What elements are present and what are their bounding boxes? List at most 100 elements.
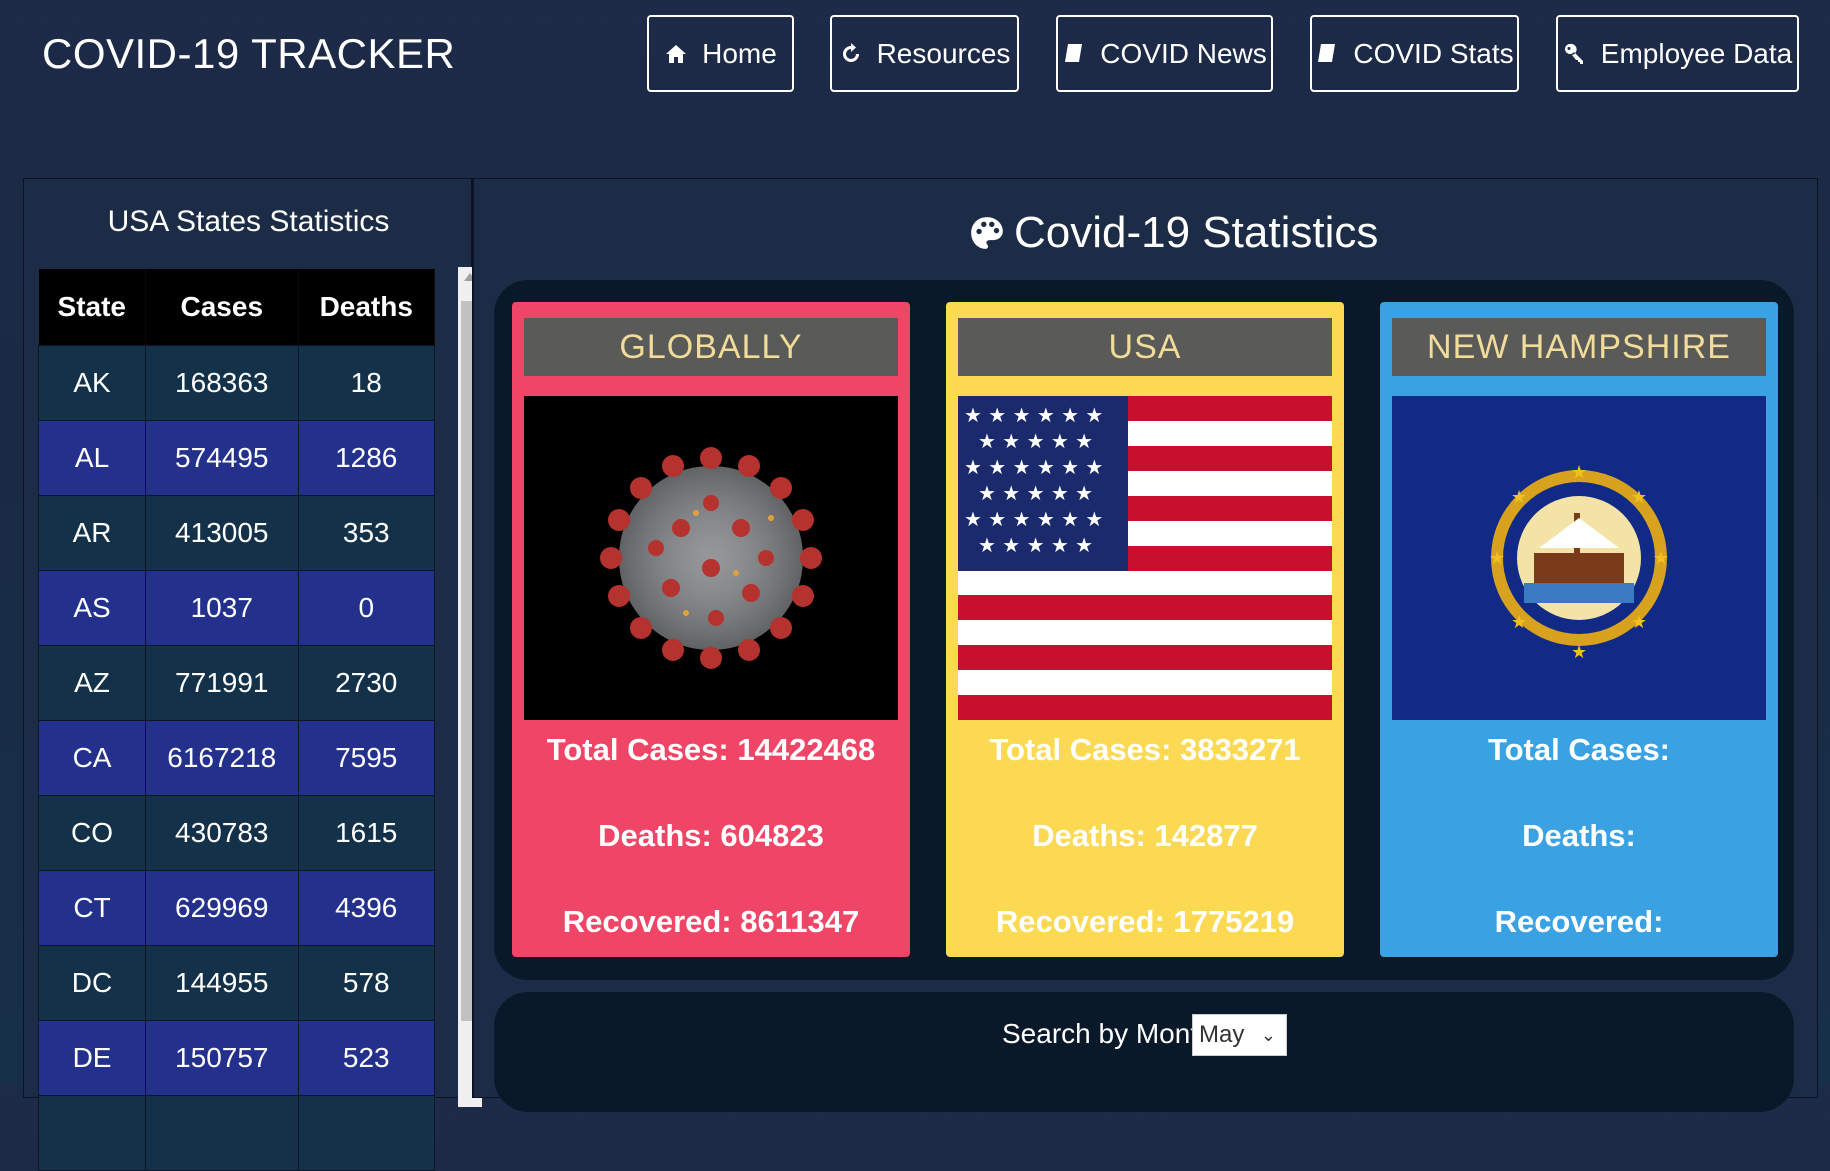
state-cell: DE (37, 1020, 147, 1096)
deaths-cell: 18 (297, 345, 435, 421)
cases-cell: 6167218 (145, 720, 299, 796)
cases-cell: 771991 (145, 645, 299, 721)
month-select[interactable]: May ⌄ (1192, 1014, 1287, 1056)
cases-cell: 144955 (145, 945, 299, 1021)
card-header: NEW HAMPSHIRE (1392, 318, 1766, 376)
col-cases: Cases (145, 269, 299, 346)
deaths-cell: 523 (297, 1020, 435, 1096)
deaths: Deaths: 604823 (598, 818, 824, 853)
cases-cell: 1037 (145, 570, 299, 646)
nav-home-label: Home (702, 37, 777, 69)
key-icon (1564, 43, 1583, 64)
states-panel-title: USA States Statistics (107, 205, 390, 238)
book-icon (1318, 43, 1336, 62)
cases-cell: 430783 (145, 795, 299, 871)
state-cell: AS (37, 570, 147, 646)
table-header-row: State Cases Deaths (38, 269, 435, 346)
month-search-container (494, 992, 1794, 1112)
state-cell: AK (37, 345, 147, 421)
svg-text:★: ★ (1571, 462, 1587, 483)
cases-cell: 168363 (145, 345, 299, 421)
search-by-month-label: Search by Month (1002, 1018, 1214, 1049)
state-cell: CO (37, 795, 147, 871)
deaths-cell: 1286 (297, 420, 435, 496)
cases-cell: 629969 (145, 870, 299, 946)
state-cell: DC (37, 945, 147, 1021)
deaths-cell: 353 (297, 495, 435, 571)
table-row: DC 144955 578 (37, 945, 435, 1021)
states-panel: USA States Statistics State Cases Deaths… (23, 178, 482, 1171)
table-row: AR 413005 353 (37, 495, 435, 571)
cases-cell: 150757 (145, 1020, 299, 1096)
site-brand: COVID-19 TRACKER (42, 30, 456, 77)
nav-covid-stats-label: COVID Stats (1353, 37, 1514, 69)
states-table: State Cases Deaths AK 168363 18 AL 574495 12… (37, 269, 435, 1171)
svg-text:★: ★ (1653, 548, 1669, 569)
deaths: Deaths: (1522, 818, 1636, 853)
svg-text:★: ★ (1511, 487, 1527, 508)
col-deaths: Deaths (298, 269, 435, 346)
col-state: State (38, 269, 147, 346)
total-cases: Total Cases: 3833271 (989, 732, 1301, 767)
chevron-down-icon: ⌄ (1260, 1025, 1276, 1045)
palette-icon (971, 217, 1003, 249)
deaths-cell: 2730 (297, 645, 435, 721)
book-icon (1065, 43, 1083, 62)
state-cell: AL (37, 420, 147, 496)
total-cases: Total Cases: 14422468 (546, 732, 876, 767)
deaths-cell: 1615 (297, 795, 435, 871)
deaths: Deaths: 142877 (1032, 818, 1258, 853)
svg-text:★: ★ (1571, 642, 1587, 663)
cases-cell: 413005 (145, 495, 299, 571)
table-row: AL 574495 1286 (37, 420, 435, 496)
table-row (37, 1095, 435, 1171)
svg-text:★ ★ ★ ★ ★: ★ ★ ★ ★ ★ (978, 429, 1093, 453)
nav-resources-label: Resources (876, 37, 1011, 69)
svg-text:★ ★ ★ ★ ★ ★: ★ ★ ★ ★ ★ ★ (964, 455, 1103, 479)
svg-text:★ ★ ★ ★ ★: ★ ★ ★ ★ ★ (978, 481, 1093, 505)
us-flag-image: ★ ★ ★ ★ ★ ★ ★ ★ ★ ★ ★ ★ ★ ★ ★ ★ ★ ★ ★ ★ ★ … (958, 396, 1332, 720)
page-title: Covid-19 Statistics (968, 208, 1378, 258)
virus-image (524, 396, 898, 720)
nav-covid-news-label: COVID News (1100, 37, 1267, 69)
recovered: Recovered: 1775219 (995, 904, 1295, 939)
svg-text:★ ★ ★ ★ ★ ★: ★ ★ ★ ★ ★ ★ (964, 403, 1103, 427)
nav-covid-stats-button[interactable]: COVID Stats (1310, 15, 1519, 92)
nav-resources-button[interactable]: Resources (830, 15, 1019, 92)
state-cell: CA (37, 720, 147, 796)
cases-cell: 574495 (145, 420, 299, 496)
month-select-value: May (1199, 1021, 1245, 1048)
recovered: Recovered: 8611347 (562, 904, 860, 939)
home-icon (666, 44, 687, 63)
svg-text:★: ★ (1631, 612, 1647, 633)
table-row: CA 6167218 7595 (37, 720, 435, 796)
card-header: USA (958, 318, 1332, 376)
recovered: Recovered: (1494, 904, 1664, 939)
svg-text:★: ★ (1511, 612, 1527, 633)
nav-home-button[interactable]: Home (647, 15, 794, 92)
deaths-cell: 0 (297, 570, 435, 646)
deaths-cell: 578 (297, 945, 435, 1021)
svg-text:★ ★ ★ ★ ★ ★: ★ ★ ★ ★ ★ ★ (964, 507, 1103, 531)
card-new-hampshire: NEW HAMPSHIRE ★ ★ ★ ★ ★ ★ ★ ★ Total Cases: De… (1380, 302, 1778, 957)
nav-employee-data-button[interactable]: Employee Data (1556, 15, 1799, 92)
state-cell: AZ (37, 645, 147, 721)
card-usa: USA ★ ★ ★ ★ ★ ★ ★ ★ ★ ★ ★ ★ ★ ★ ★ ★ ★ ★ ★ … (946, 302, 1344, 957)
card-globally: GLOBALLY Total Cases: 14422468 Deaths: 6… (512, 302, 910, 957)
table-row: AZ 771991 2730 (37, 645, 435, 721)
deaths-cell: 4396 (297, 870, 435, 946)
svg-text:★ ★ ★ ★ ★: ★ ★ ★ ★ ★ (978, 533, 1093, 557)
table-row: DE 150757 523 (37, 1020, 435, 1096)
table-row: AK 168363 18 (37, 345, 435, 421)
deaths-cell: 7595 (297, 720, 435, 796)
refresh-icon (842, 42, 859, 62)
state-cell: CT (37, 870, 147, 946)
nh-flag-image: ★ ★ ★ ★ ★ ★ ★ ★ (1392, 396, 1766, 720)
state-cell: AR (37, 495, 147, 571)
table-row: CO 430783 1615 (37, 795, 435, 871)
table-row: CT 629969 4396 (37, 870, 435, 946)
nav-covid-news-button[interactable]: COVID News (1056, 15, 1273, 92)
nav-employee-data-label: Employee Data (1600, 37, 1793, 69)
svg-text:★: ★ (1489, 548, 1505, 569)
page-title-text: Covid-19 Statistics (1014, 208, 1379, 257)
